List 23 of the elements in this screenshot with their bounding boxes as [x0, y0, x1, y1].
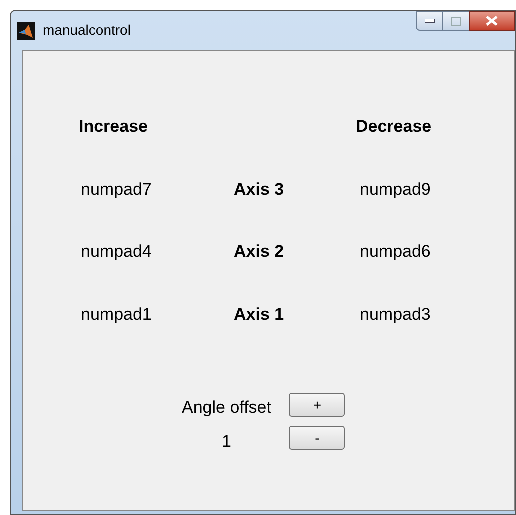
increase-header: Increase [79, 116, 149, 138]
key-label: numpad4 [80, 241, 153, 263]
window-title: manualcontrol [43, 21, 131, 40]
minimize-button[interactable] [416, 11, 443, 31]
axis-label: Axis 1 [234, 304, 286, 326]
close-icon [486, 16, 498, 26]
maximize-icon [451, 16, 461, 26]
decrease-header: Decrease [356, 116, 433, 138]
increment-button[interactable]: + [289, 393, 346, 417]
key-label: numpad3 [359, 304, 432, 326]
close-button[interactable] [469, 11, 515, 31]
decrement-button[interactable]: - [289, 426, 346, 450]
key-label: numpad9 [359, 178, 432, 200]
minimize-icon [424, 19, 434, 23]
key-label: numpad7 [80, 178, 153, 200]
axis-label: Axis 2 [234, 241, 286, 263]
key-label: numpad1 [80, 304, 153, 326]
angle-offset-value: 1 [222, 430, 232, 452]
angle-offset-label: Angle offset [182, 397, 272, 419]
key-label: numpad6 [359, 241, 432, 263]
app-logo-icon [17, 22, 35, 40]
maximize-button[interactable] [443, 11, 469, 31]
axis-label: Axis 3 [234, 178, 286, 200]
